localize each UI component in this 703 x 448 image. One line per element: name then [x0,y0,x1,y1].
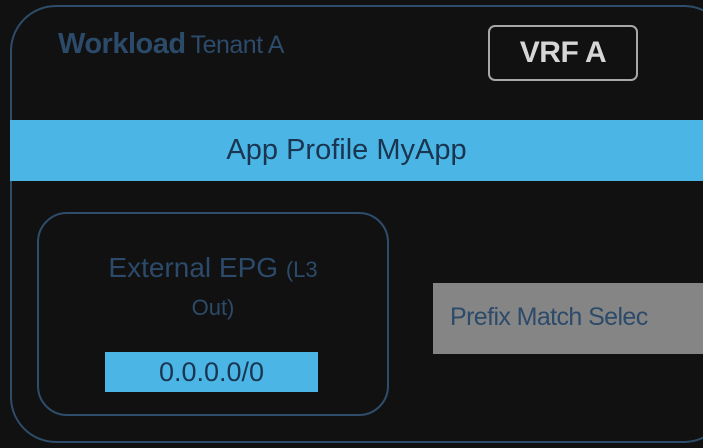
tenant-title: Workload Tenant A [58,28,284,61]
external-epg-subtitle-close: Out) [191,295,235,320]
external-epg-title-block: External EPG (L3 Out) [39,250,387,326]
tenant-name: Tenant A [190,31,285,59]
subnet-prefix-label: 0.0.0.0/0 [158,356,265,387]
vrf-box[interactable]: VRF A [488,25,638,81]
external-epg-title: External EPG [108,252,279,283]
app-profile-label: App Profile MyApp [226,134,467,166]
vrf-label: VRF A [519,36,607,69]
external-epg-box[interactable]: External EPG (L3 Out) 0.0.0.0/0 [37,212,389,416]
app-profile-bar[interactable]: App Profile MyApp [10,120,703,181]
prefix-match-selector-box[interactable]: Prefix Match Selec [433,283,703,354]
tenant-keyword: Workload [58,28,186,60]
subnet-prefix-bar: 0.0.0.0/0 [105,352,318,392]
prefix-match-selector-label: Prefix Match Selec [450,303,648,331]
external-epg-subtitle-open: (L3 [285,257,318,282]
